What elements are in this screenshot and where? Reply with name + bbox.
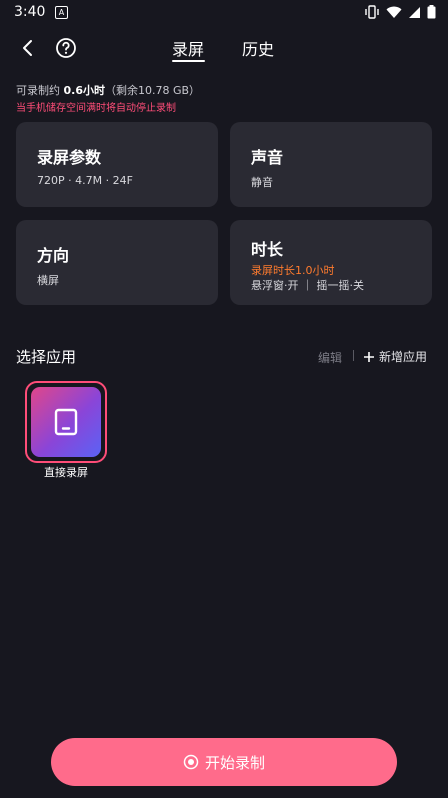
battery-icon <box>427 5 436 19</box>
edit-button[interactable]: 编辑 <box>318 349 342 366</box>
orientation-card[interactable]: 方向 横屏 <box>16 220 218 305</box>
question-circle-icon <box>56 38 76 58</box>
storage-prefix: 可录制约 <box>16 84 64 97</box>
status-icons <box>364 5 436 19</box>
add-app-button[interactable]: 新增应用 <box>363 348 427 365</box>
section-title: 选择应用 <box>16 348 77 366</box>
plus-icon <box>364 351 374 362</box>
sound-card[interactable]: 声音 静音 <box>230 122 432 207</box>
help-button[interactable] <box>54 36 78 60</box>
status-time: 3:40 <box>14 4 46 20</box>
card-title: 方向 <box>37 246 70 265</box>
signal-icon <box>409 6 420 18</box>
add-app-label: 新增应用 <box>379 350 428 364</box>
active-tab-indicator <box>172 60 205 62</box>
vibrate-icon <box>365 5 379 19</box>
duration-options: 悬浮窗·开 ｜ 摇一摇·关 <box>251 279 364 292</box>
card-title: 录屏参数 <box>37 148 102 167</box>
back-button[interactable] <box>16 36 40 60</box>
chevron-left-icon <box>23 40 32 56</box>
card-value: 720P · 4.7M · 24F <box>37 174 133 187</box>
duration-card[interactable]: 时长 录屏时长1.0小时 悬浮窗·开 ｜ 摇一摇·关 <box>230 220 432 305</box>
divider <box>353 350 354 361</box>
storage-hours: 0.6小时 <box>63 84 106 97</box>
storage-remaining: （剩余10.78 GB） <box>105 84 201 97</box>
status-bar: 3:40 A <box>0 0 448 24</box>
duration-limit: 录屏时长1.0小时 <box>251 264 335 277</box>
tab-history[interactable]: 历史 <box>242 36 274 60</box>
storage-info: 可录制约 0.6小时（剩余10.78 GB） <box>16 82 200 98</box>
app-item-direct-record[interactable] <box>25 381 107 463</box>
storage-warning: 当手机储存空间满时将自动停止录制 <box>16 103 176 114</box>
wifi-icon <box>386 6 402 18</box>
app-label: 直接录屏 <box>44 466 88 479</box>
card-value: 静音 <box>251 176 273 189</box>
card-value: 横屏 <box>37 274 59 287</box>
start-record-label: 开始录制 <box>204 753 265 772</box>
top-bar: 录屏 历史 <box>0 32 448 68</box>
record-params-card[interactable]: 录屏参数 720P · 4.7M · 24F <box>16 122 218 207</box>
record-icon <box>183 754 199 770</box>
tablet-icon <box>54 408 78 436</box>
card-title: 时长 <box>251 240 284 259</box>
tab-record[interactable]: 录屏 <box>172 36 204 60</box>
app-icon <box>31 387 101 457</box>
card-title: 声音 <box>251 148 284 167</box>
notification-a-icon: A <box>55 6 68 19</box>
start-record-button[interactable]: 开始录制 <box>51 738 397 786</box>
